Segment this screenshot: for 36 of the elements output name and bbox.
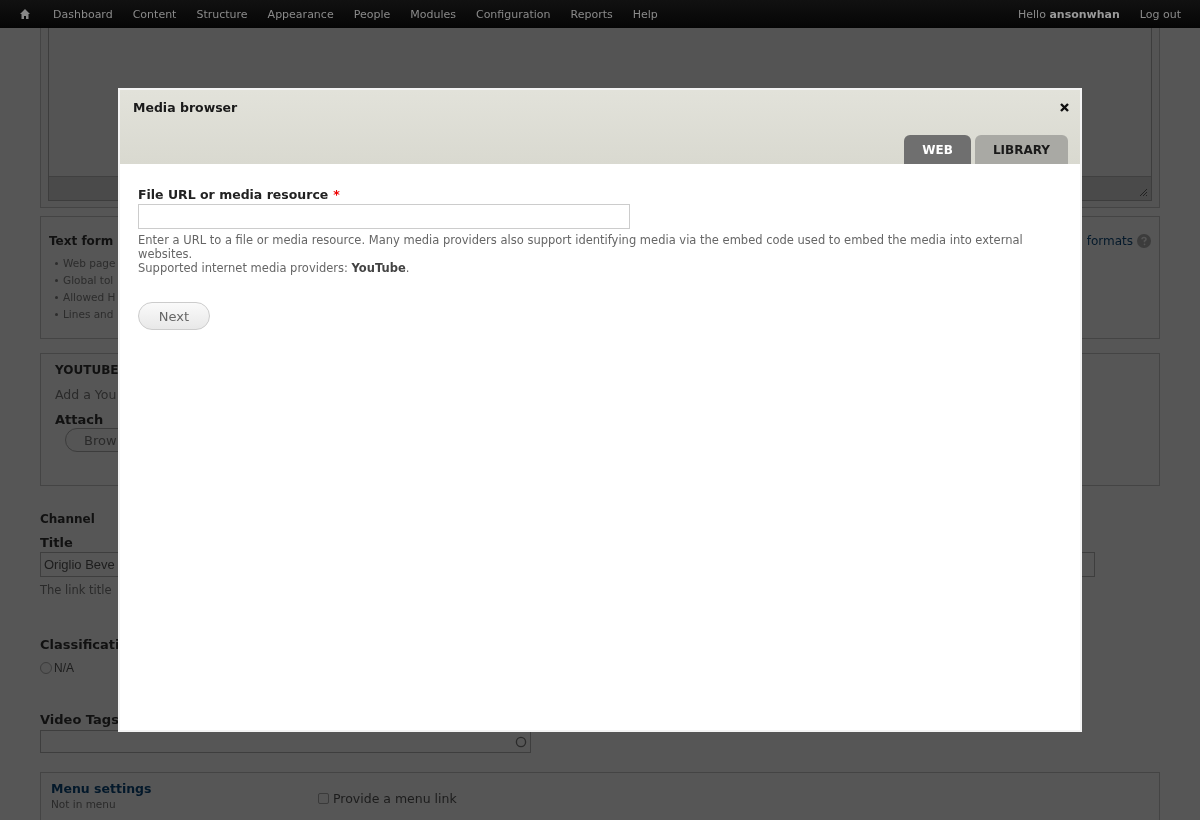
field-label: File URL or media resource (138, 187, 329, 202)
video-tags-label: Video Tags (40, 712, 120, 727)
field-description: Enter a URL to a file or media resource. Many media providers also support identifying media via the embed code used to embed the media into external websites. (138, 233, 1024, 261)
checkbox-label: Provide a menu link (333, 790, 457, 806)
close-icon[interactable] (1060, 103, 1069, 112)
dialog-tab[interactable]: LIBRARY (974, 135, 1068, 164)
next-button[interactable]: Next (138, 302, 210, 330)
attach-label: Attach (55, 412, 105, 427)
radio-button[interactable] (40, 662, 52, 674)
url-input[interactable] (138, 204, 630, 229)
toolbar-menu-item[interactable]: Reports (570, 7, 613, 21)
help-icon[interactable] (1137, 234, 1151, 248)
channel-heading: Channel (40, 512, 96, 526)
toolbar-menu-item[interactable]: Content (132, 7, 177, 21)
autocomplete-icon (515, 735, 527, 748)
toolbar-menu-item[interactable]: Configuration (475, 7, 551, 21)
resize-grip-icon[interactable] (1138, 187, 1148, 197)
dialog-tab[interactable]: WEB (904, 135, 971, 164)
radio-label: N/A (54, 661, 74, 675)
toolbar-menu-item[interactable]: Help (632, 7, 658, 21)
user-greeting: Hello ansonwhan (1018, 7, 1120, 21)
classification-label: Classificati (40, 637, 121, 652)
home-icon[interactable] (19, 8, 31, 20)
fieldset-title: YOUTUBE (55, 363, 120, 377)
dialog-title: Media browser (133, 100, 238, 115)
title-label: Title (40, 535, 74, 550)
checkbox[interactable] (318, 792, 329, 804)
text-format-label: Text form (49, 234, 114, 248)
toolbar-menu-item[interactable]: Modules (410, 7, 456, 21)
toolbar-menu-item[interactable]: Appearance (267, 7, 334, 21)
toolbar-menu-item[interactable]: People (353, 7, 391, 21)
toolbar-menu-item[interactable]: Structure (196, 7, 248, 21)
logout-link[interactable]: Log out (1139, 7, 1181, 21)
toolbar-menu-item[interactable]: Dashboard (53, 7, 113, 21)
required-marker: * (333, 187, 340, 202)
providers-note: Supported internet media providers: YouTube. (138, 261, 411, 275)
